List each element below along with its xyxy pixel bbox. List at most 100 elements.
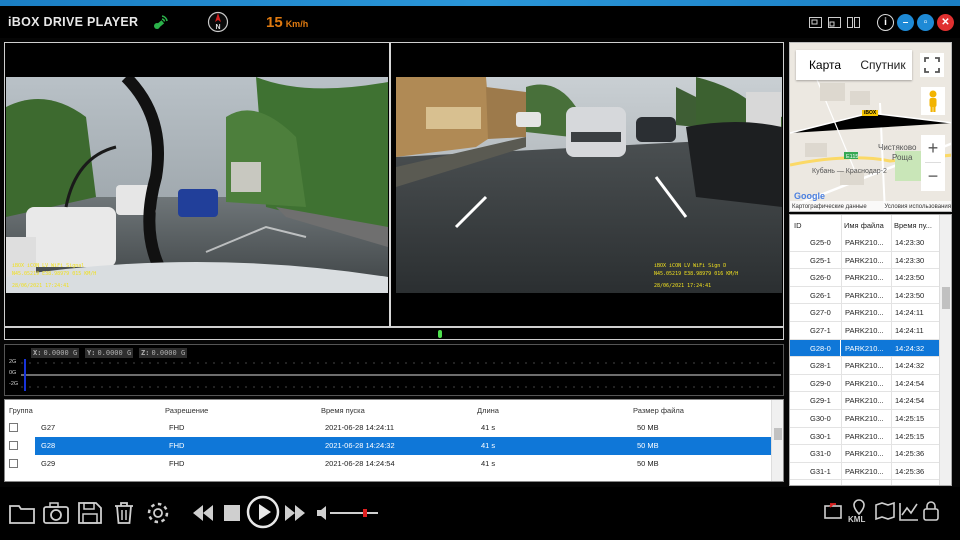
- maximize-icon[interactable]: ▫: [917, 13, 934, 31]
- list-item[interactable]: G29-0 PARK210... 14:24:54: [790, 375, 940, 393]
- kml-label: KML: [848, 515, 866, 524]
- list-item[interactable]: G27-0 PARK210... 14:24:11: [790, 304, 940, 322]
- g-readout-y: Y: 0.0000 G: [85, 348, 133, 358]
- cell-id: G31-0: [810, 449, 831, 459]
- split-view-icon[interactable]: [845, 14, 861, 30]
- close-icon[interactable]: ✕: [937, 13, 954, 31]
- cell-file-name: PARK210...: [845, 414, 884, 423]
- file-table-header: Группа Разрешение Время пуска Длина Разм…: [5, 402, 771, 420]
- map-icon[interactable]: [874, 500, 896, 522]
- col-id[interactable]: ID: [794, 217, 802, 235]
- cell-start-time: 2021-06-28 14:24:11: [325, 423, 395, 432]
- save-icon[interactable]: [76, 500, 104, 526]
- g-scale-bottom: -2G: [9, 381, 19, 387]
- fullscreen-icon[interactable]: [920, 53, 944, 77]
- list-item[interactable]: G25-0 PARK210... 14:23:30: [790, 234, 940, 252]
- list-item[interactable]: G30-1 PARK210... 14:25:15: [790, 428, 940, 446]
- seek-knob[interactable]: [438, 330, 442, 338]
- dual-view-icon[interactable]: [826, 14, 842, 30]
- lock-icon[interactable]: [922, 500, 940, 522]
- row-checkbox[interactable]: [9, 423, 18, 432]
- volume-slider[interactable]: [330, 509, 378, 517]
- list-item[interactable]: G27-1 PARK210... 14:24:11: [790, 322, 940, 340]
- open-folder-icon[interactable]: [8, 500, 36, 526]
- scroll-thumb[interactable]: [942, 287, 950, 309]
- control-bar: KML: [0, 487, 960, 540]
- volume-icon[interactable]: [314, 500, 328, 526]
- chart-icon[interactable]: [898, 500, 920, 522]
- settings-icon[interactable]: [144, 500, 172, 526]
- g-readout-x: X: 0.0000 G: [31, 348, 79, 358]
- road-label: Кубань — Краснодар-2: [812, 168, 887, 175]
- location-marker[interactable]: iBOX: [862, 110, 879, 116]
- col-start-time[interactable]: Время пуска: [321, 402, 365, 420]
- cell-file-name: PARK210...: [845, 361, 884, 371]
- rear-camera-view[interactable]: iBOX iCON LV WiFi Sign D N45.05219 E38.9…: [396, 77, 782, 293]
- table-row[interactable]: G27 FHD 2021-06-28 14:24:11 41 s 50 MB: [5, 419, 771, 437]
- info-icon[interactable]: i: [877, 13, 894, 31]
- cell-length: 41 s: [481, 441, 496, 450]
- list-item[interactable]: G25-1 PARK210... 14:23:30: [790, 252, 940, 270]
- delete-icon[interactable]: [110, 500, 138, 526]
- cell-id: G28-1: [810, 361, 831, 371]
- g-sensor-panel: X: 0.0000 G Y: 0.0000 G Z: 0.0000 G 2G 0G -…: [4, 344, 784, 396]
- cell-file-name: PARK210...: [845, 396, 884, 406]
- row-checkbox[interactable]: [9, 441, 18, 450]
- table-row[interactable]: G28 FHD 2021-06-28 14:24:32 41 s 50 MB: [5, 437, 771, 455]
- col-length[interactable]: Длина: [477, 402, 499, 420]
- cell-id: G29-0: [810, 378, 831, 388]
- front-camera-view[interactable]: iBOX iCON LV WiFi Signal N45.05219 E38.9…: [6, 77, 388, 293]
- list-item[interactable]: G26-1 PARK210... 14:23:50: [790, 287, 940, 305]
- col-resolution[interactable]: Разрешение: [165, 402, 208, 420]
- cell-start-time: 14:25:36: [895, 466, 925, 476]
- tab-satellite[interactable]: Спутник: [854, 50, 912, 80]
- scroll-thumb[interactable]: [774, 428, 782, 440]
- row-checkbox[interactable]: [9, 459, 18, 468]
- minimize-icon[interactable]: –: [897, 13, 914, 31]
- col-file-name[interactable]: Имя файла: [844, 217, 884, 235]
- cell-id: G30-1: [810, 431, 831, 441]
- snapshot-icon[interactable]: [42, 500, 70, 526]
- id-list-scrollbar[interactable]: [939, 215, 951, 485]
- zoom-out-button[interactable]: −: [921, 163, 945, 190]
- zoom-in-button[interactable]: +: [921, 135, 945, 162]
- export-icon[interactable]: [822, 500, 844, 522]
- previous-icon[interactable]: [190, 500, 216, 526]
- play-icon[interactable]: [246, 495, 280, 529]
- stop-icon[interactable]: [222, 500, 242, 526]
- terms-link[interactable]: Условия использования: [884, 201, 951, 211]
- list-item[interactable]: G28-0 PARK210... 14:24:32: [790, 339, 940, 358]
- cell-length: 41 s: [481, 423, 496, 432]
- col-group[interactable]: Группа: [9, 402, 33, 420]
- cell-start-time: 14:24:11: [895, 308, 924, 318]
- list-item[interactable]: G30-0 PARK210... 14:25:15: [790, 410, 940, 428]
- col-file-size[interactable]: Размер файла: [633, 402, 684, 420]
- street-view-icon[interactable]: [921, 87, 945, 115]
- next-icon[interactable]: [282, 500, 308, 526]
- place-label-1: Чистяково: [878, 143, 917, 152]
- seek-bar[interactable]: [4, 327, 784, 340]
- cell-file-name: PARK210...: [845, 466, 884, 476]
- tab-map[interactable]: Карта: [796, 50, 854, 80]
- file-table-scrollbar[interactable]: [771, 400, 783, 481]
- kml-icon[interactable]: KML: [846, 498, 872, 526]
- video-area[interactable]: iBOX iCON LV WiFi Signal N45.05219 E38.9…: [4, 42, 784, 328]
- map-type-tabs: Карта Спутник: [796, 50, 912, 80]
- cell-start-time: 14:24:32: [891, 339, 940, 358]
- id-list: ID Имя файла Время пу... G25-0 PARK210...…: [789, 214, 952, 486]
- volume-knob[interactable]: [363, 509, 367, 517]
- list-item[interactable]: G31-1 PARK210... 14:25:36: [790, 463, 940, 481]
- video-divider: [389, 43, 391, 328]
- list-item[interactable]: G29-1 PARK210... 14:24:54: [790, 392, 940, 410]
- table-row[interactable]: G29 FHD 2021-06-28 14:24:54 41 s 50 MB: [5, 455, 771, 473]
- list-item[interactable]: G26-0 PARK210... 14:23:50: [790, 269, 940, 287]
- single-view-icon[interactable]: [807, 14, 823, 30]
- cell-start-time: 14:23:30: [895, 255, 925, 265]
- col-start-time[interactable]: Время пу...: [894, 217, 932, 235]
- player-window: iBOX DRIVE PLAYER N 15 Km/h i – ▫ ✕ iBOX…: [0, 0, 960, 540]
- app-title: iBOX DRIVE PLAYER: [8, 15, 139, 29]
- selection-highlight: [35, 437, 771, 455]
- map-panel[interactable]: Карта Спутник + − Чистяково Роща Е115 Ку…: [789, 42, 952, 212]
- list-item[interactable]: G28-1 PARK210... 14:24:32: [790, 357, 940, 375]
- list-item[interactable]: G31-0 PARK210... 14:25:36: [790, 445, 940, 463]
